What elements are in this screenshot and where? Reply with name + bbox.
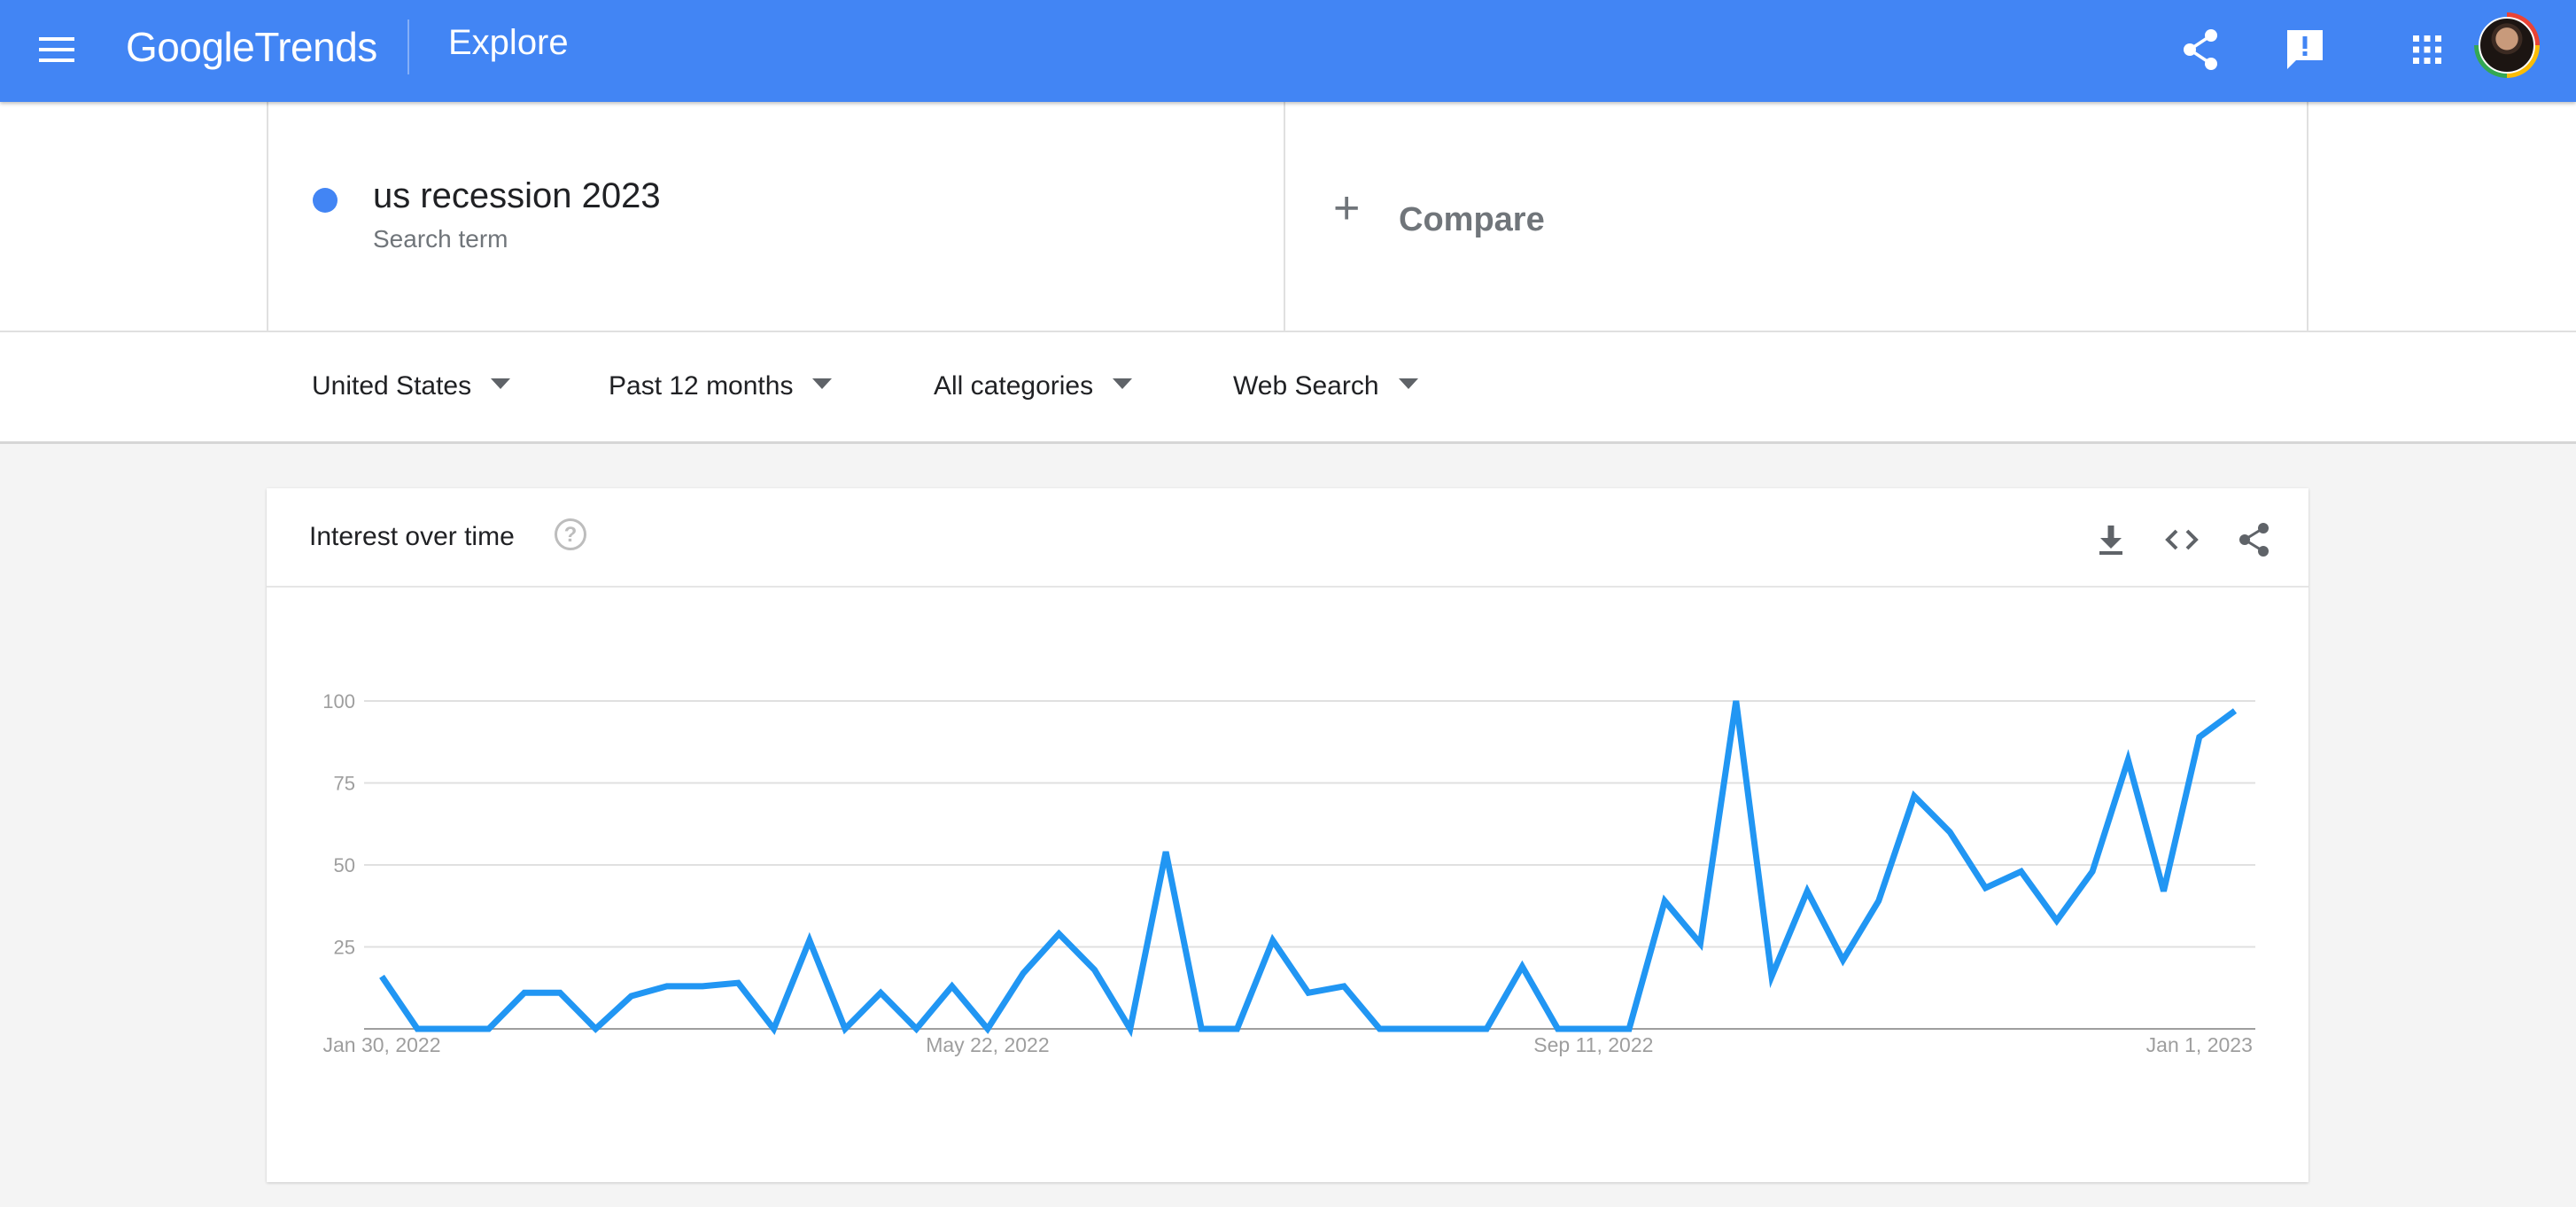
share-chart-icon[interactable]	[2235, 520, 2274, 559]
download-icon[interactable]	[2091, 520, 2130, 559]
time-range-label: Past 12 months	[609, 371, 794, 401]
time-range-dropdown[interactable]: Past 12 months	[609, 371, 833, 401]
search-type-dropdown[interactable]: Web Search	[1233, 371, 1418, 401]
interest-over-time-card: Interest over time ? 25 50 75 100 Jan 30, 20…	[267, 488, 2308, 1182]
plus-icon: +	[1333, 183, 1361, 234]
search-term-card[interactable]: us recession 2023 Search term	[267, 102, 1285, 331]
region-label: United States	[312, 371, 472, 401]
card-header: Interest over time ?	[267, 488, 2308, 588]
interest-line-chart: 25 50 75 100 Jan 30, 2022 May 22, 2022 Sep 11,…	[322, 690, 2255, 1056]
account-avatar[interactable]	[2474, 12, 2540, 78]
header-divider	[407, 19, 409, 74]
top-app-bar: GoogleTrends Explore	[0, 0, 2576, 102]
menu-icon[interactable]	[37, 34, 76, 66]
x-tick-label: Sep 11, 2022	[1533, 1033, 1653, 1056]
compare-button[interactable]: + Compare	[1285, 102, 2308, 331]
card-title: Interest over time	[309, 522, 515, 551]
page-title: Explore	[448, 23, 569, 62]
category-label: All categories	[934, 371, 1094, 401]
embed-code-icon[interactable]	[2162, 520, 2201, 559]
apps-grid-icon[interactable]	[2402, 25, 2452, 74]
filters-bar: United States Past 12 months All categor…	[0, 331, 2576, 444]
share-icon[interactable]	[2177, 25, 2227, 74]
search-type-label: Web Search	[1233, 371, 1379, 401]
x-tick-label: Jan 1, 2023	[2146, 1033, 2253, 1056]
y-tick-label: 75	[334, 773, 355, 795]
term-color-dot	[313, 188, 338, 213]
y-tick-label: 25	[334, 937, 355, 959]
y-tick-label: 100	[322, 690, 355, 713]
feedback-icon[interactable]	[2280, 25, 2330, 74]
dropdown-caret-icon	[812, 378, 833, 390]
x-tick-label: Jan 30, 2022	[322, 1033, 440, 1056]
x-tick-label: May 22, 2022	[926, 1033, 1049, 1056]
search-term-text[interactable]: us recession 2023	[373, 176, 661, 216]
search-term-type: Search term	[373, 225, 508, 253]
google-trends-logo[interactable]: GoogleTrends	[126, 23, 377, 71]
help-icon[interactable]: ?	[555, 518, 586, 550]
dropdown-caret-icon	[1398, 378, 1418, 390]
region-dropdown[interactable]: United States	[312, 371, 511, 401]
dropdown-caret-icon	[491, 378, 511, 390]
search-terms-panel: us recession 2023 Search term + Compare	[0, 102, 2576, 331]
y-tick-label: 50	[334, 854, 355, 876]
category-dropdown[interactable]: All categories	[934, 371, 1133, 401]
compare-label: Compare	[1399, 201, 1545, 238]
avatar-photo	[2479, 17, 2535, 74]
dropdown-caret-icon	[1113, 378, 1133, 390]
